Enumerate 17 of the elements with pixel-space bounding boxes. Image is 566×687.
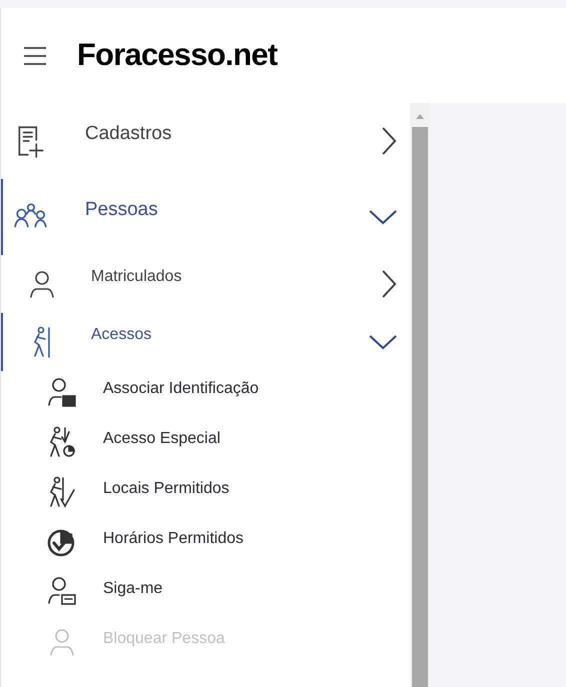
submenu-item[interactable]: Locais Permitidos — [1, 471, 410, 521]
chevron-right-icon — [380, 126, 398, 156]
person-card-icon — [45, 375, 79, 409]
scrollbar-thumb[interactable] — [412, 127, 428, 687]
submenu-item[interactable]: Horários Permitidos — [1, 521, 410, 571]
submenu-item[interactable]: Associar Identificação — [1, 371, 410, 421]
chevron-right-icon — [380, 269, 398, 299]
app-title: Foracesso.net — [77, 36, 278, 74]
chevron-down-icon — [368, 208, 398, 226]
menu-icon[interactable] — [23, 46, 47, 66]
scroll-up-icon[interactable] — [416, 113, 424, 119]
menu-item[interactable]: Matriculados — [1, 255, 410, 313]
submenu-item[interactable]: Siga-me — [1, 571, 410, 621]
chevron-down-icon — [368, 333, 398, 351]
submenu-item[interactable]: Acesso Especial — [1, 421, 410, 471]
menu-item[interactable]: Cadastros — [1, 103, 410, 179]
scrollbar[interactable] — [410, 103, 430, 687]
